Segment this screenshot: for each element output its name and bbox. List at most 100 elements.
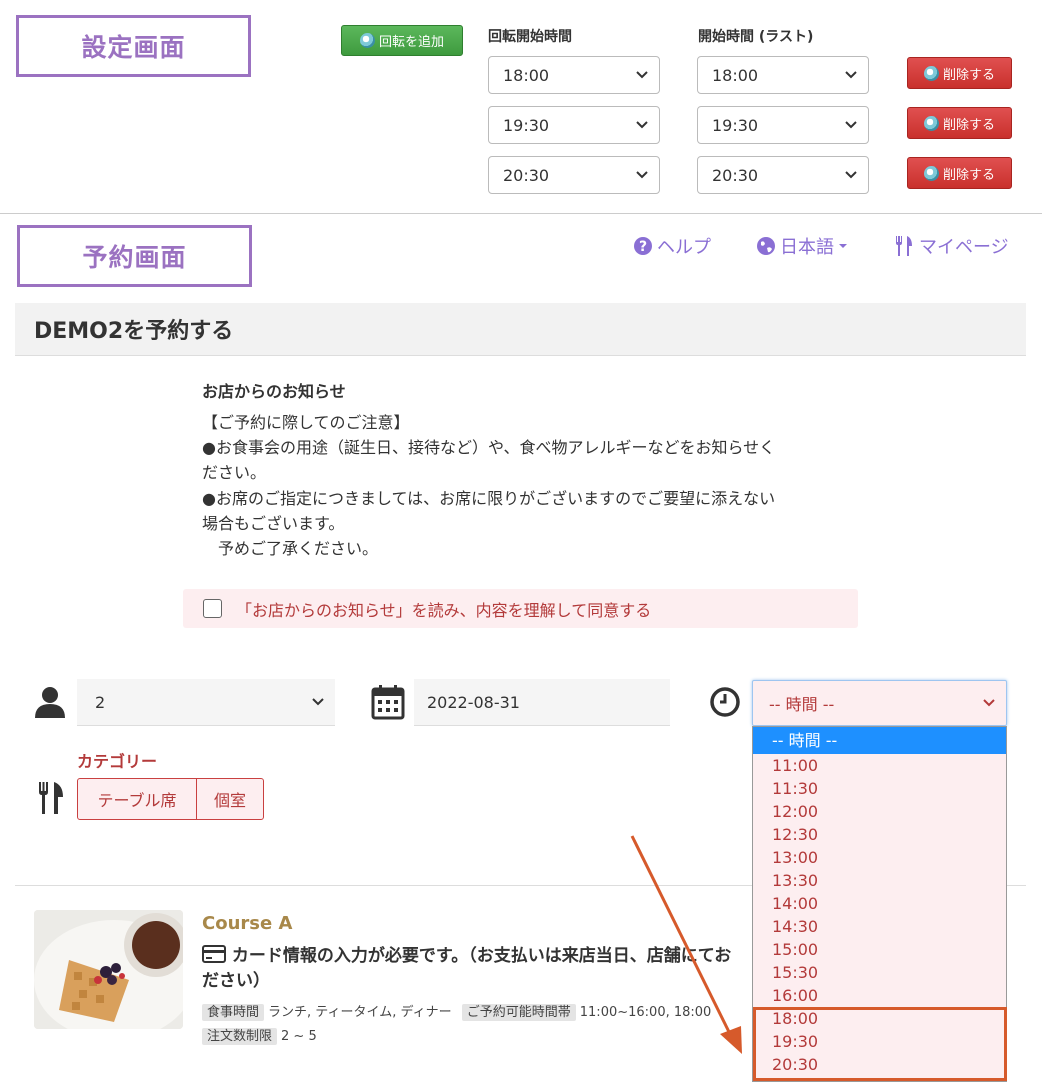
- globe-icon: [757, 237, 775, 255]
- time-option[interactable]: 15:00: [753, 938, 1006, 961]
- time-option[interactable]: 14:00: [753, 892, 1006, 915]
- card-note-line: ださい）: [202, 971, 270, 991]
- course-meta-row: 注文数制限 2 ~ 5: [202, 1025, 317, 1045]
- rotation-start-select-1[interactable]: 18:00: [488, 56, 660, 94]
- order-limit-value: 2 ~ 5: [281, 1029, 317, 1044]
- time-option[interactable]: 15:30: [753, 961, 1006, 984]
- notice-line: ださい。: [202, 463, 267, 482]
- col-rotation-start: 回転開始時間: [488, 29, 572, 45]
- reservation-screen-label: 予約画面: [17, 225, 252, 287]
- rotation-start-select-3[interactable]: 20:30: [488, 156, 660, 194]
- notice-line: 予めご了承ください。: [202, 539, 379, 558]
- chevron-down-icon: [636, 121, 648, 129]
- time-option[interactable]: 11:00: [753, 754, 1006, 777]
- agree-checkbox-row[interactable]: 「お店からのお知らせ」を読み、内容を理解して同意する: [183, 589, 858, 628]
- delete-button-3[interactable]: 削除する: [907, 157, 1012, 189]
- time-option[interactable]: 12:30: [753, 823, 1006, 846]
- mypage-link[interactable]: マイページ: [893, 233, 1009, 259]
- notice-line: 【ご予約に際してのご注意】: [202, 413, 410, 432]
- time-option[interactable]: 14:30: [753, 915, 1006, 938]
- time-select-value: -- 時間 --: [769, 695, 835, 714]
- caret-down-icon: [839, 244, 847, 248]
- delete-label: 削除する: [942, 117, 995, 133]
- mypage-label: マイページ: [919, 237, 1009, 258]
- party-size-value: 2: [95, 692, 106, 712]
- question-icon: ?: [634, 237, 652, 255]
- reservation-label-text: 予約画面: [82, 243, 187, 272]
- select-value: 18:00: [712, 65, 759, 85]
- select-value: 20:30: [712, 165, 759, 185]
- section-divider: [0, 213, 1042, 214]
- start-last-select-1[interactable]: 18:00: [697, 56, 869, 94]
- delete-icon: [923, 165, 939, 181]
- help-label: ヘルプ: [657, 237, 711, 258]
- delete-icon: [923, 115, 939, 131]
- rotation-start-select-2[interactable]: 19:30: [488, 106, 660, 144]
- chevron-down-icon: [845, 71, 857, 79]
- person-icon: [35, 687, 65, 718]
- help-link[interactable]: ? ヘルプ: [633, 233, 711, 259]
- notice-line: ●お食事会の用途（誕生日、接待など）や、食べ物アレルギーなどをお知らせく: [202, 438, 776, 457]
- category-label: カテゴリー: [77, 752, 158, 771]
- notice-line: 場合もございます。: [202, 514, 345, 533]
- chevron-down-icon: [636, 71, 648, 79]
- time-select[interactable]: -- 時間 --: [752, 680, 1007, 726]
- course-title: Course A: [202, 913, 293, 934]
- language-label: 日本語: [780, 237, 834, 258]
- calendar-icon: [371, 685, 405, 720]
- settings-label-text: 設定画面: [81, 33, 186, 62]
- page-title: DEMO2を予約する: [15, 303, 1026, 356]
- delete-icon: [923, 65, 939, 81]
- meal-time-value: ランチ, ティータイム, ディナー: [268, 1005, 452, 1020]
- date-value: 2022-08-31: [427, 692, 520, 712]
- agree-label: 「お店からのお知らせ」を読み、内容を理解して同意する: [236, 600, 652, 620]
- delete-button-1[interactable]: 削除する: [907, 57, 1012, 89]
- date-input[interactable]: 2022-08-31: [414, 679, 670, 726]
- delete-button-2[interactable]: 削除する: [907, 107, 1012, 139]
- time-option[interactable]: 11:30: [753, 777, 1006, 800]
- category-label-text: 個室: [213, 791, 246, 810]
- select-value: 18:00: [503, 65, 550, 85]
- time-option[interactable]: 12:00: [753, 800, 1006, 823]
- add-rotation-button[interactable]: 回転を追加: [341, 25, 463, 56]
- col-start-last: 開始時間 (ラスト): [698, 29, 814, 45]
- notice-line: ●お席のご指定につきましては、お席に限りがございますのでご要望に添えない: [202, 489, 776, 508]
- available-time-tag: ご予約可能時間帯: [461, 1004, 576, 1021]
- fork-knife-icon: [896, 236, 912, 256]
- highlight-rotation-times: [753, 1007, 1007, 1081]
- category-label-text: テーブル席: [97, 791, 177, 810]
- add-rotation-label: 回転を追加: [378, 35, 444, 50]
- course-image: [34, 910, 183, 1029]
- time-option[interactable]: -- 時間 --: [753, 727, 1006, 754]
- language-dropdown[interactable]: 日本語: [756, 233, 848, 259]
- notice-title: お店からのお知らせ: [202, 382, 346, 401]
- chevron-down-icon: [845, 171, 857, 179]
- chevron-down-icon: [845, 121, 857, 129]
- delete-label: 削除する: [942, 67, 995, 83]
- add-icon: [359, 33, 375, 48]
- settings-screen-label: 設定画面: [16, 15, 251, 77]
- time-option[interactable]: 13:00: [753, 846, 1006, 869]
- start-last-select-2[interactable]: 19:30: [697, 106, 869, 144]
- page-title-text: DEMO2を予約する: [34, 319, 234, 344]
- chevron-down-icon: [312, 698, 324, 706]
- agree-checkbox[interactable]: [203, 599, 222, 618]
- time-option[interactable]: 16:00: [753, 984, 1006, 1007]
- order-limit-tag: 注文数制限: [202, 1028, 278, 1045]
- category-private-room[interactable]: 個室: [196, 778, 264, 820]
- select-value: 20:30: [503, 165, 550, 185]
- category-table-seat[interactable]: テーブル席: [77, 778, 197, 820]
- party-size-select[interactable]: 2: [77, 679, 335, 726]
- food-photo: [34, 910, 183, 1029]
- fork-knife-icon: [39, 782, 63, 814]
- chevron-down-icon: [636, 171, 648, 179]
- annotation-arrow-icon: [630, 835, 742, 1054]
- meal-time-tag: 食事時間: [202, 1004, 265, 1021]
- select-value: 19:30: [503, 115, 550, 135]
- clock-icon: [710, 687, 740, 717]
- chevron-down-icon: [983, 699, 995, 707]
- svg-text:?: ?: [639, 239, 647, 255]
- credit-card-icon: [202, 945, 226, 963]
- time-option[interactable]: 13:30: [753, 869, 1006, 892]
- start-last-select-3[interactable]: 20:30: [697, 156, 869, 194]
